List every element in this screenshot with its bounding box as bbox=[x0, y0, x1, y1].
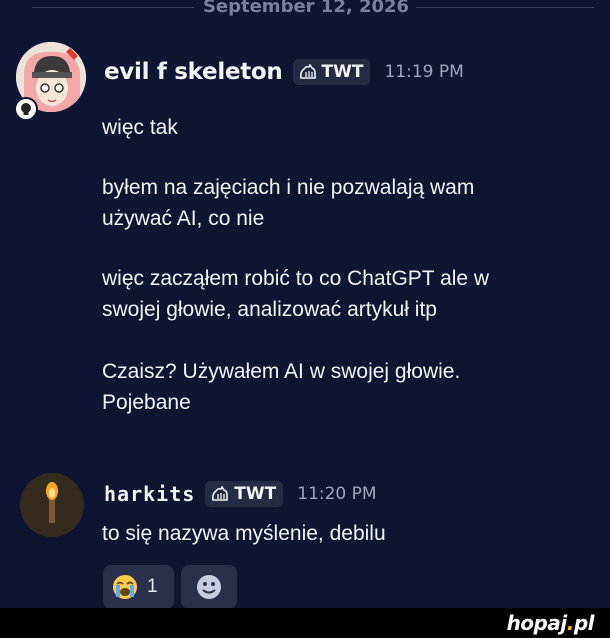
message-line: więc zacząłem robić to co ChatGPT ale w bbox=[102, 267, 490, 290]
watermark-logo: hopaj.pl bbox=[506, 611, 595, 635]
message-line: swojej głowie, analizować artykuł itp bbox=[102, 298, 437, 321]
date-divider-label: September 12, 2026 bbox=[202, 0, 410, 17]
message-line: więc tak bbox=[102, 116, 178, 139]
message-line: Pojebane bbox=[102, 391, 191, 414]
message-header: harkits TWT 11:20 PM bbox=[104, 478, 377, 510]
server-tag-label: TWT bbox=[321, 62, 364, 82]
server-tag[interactable]: TWT bbox=[292, 59, 371, 85]
message-line: używać AI, co nie bbox=[102, 207, 265, 230]
hand-tag-icon bbox=[299, 64, 316, 79]
timestamp: 11:20 PM bbox=[297, 484, 377, 504]
reactions-bar: 1 bbox=[103, 565, 237, 609]
loudly-crying-emoji-icon bbox=[113, 575, 137, 599]
server-tag[interactable]: TWT bbox=[205, 481, 284, 507]
divider-line-left bbox=[32, 7, 194, 8]
message-line: byłem na zajęciach i nie pozwalają wam bbox=[102, 176, 475, 199]
message-line: to się nazywa myślenie, debilu bbox=[102, 522, 386, 545]
divider-line-right bbox=[416, 7, 594, 8]
skull-badge-icon bbox=[21, 103, 31, 115]
avatar[interactable] bbox=[20, 473, 84, 537]
watermark-bar: hopaj.pl bbox=[0, 608, 610, 638]
username[interactable]: evil f skeleton bbox=[104, 59, 283, 85]
hand-tag-icon bbox=[212, 486, 229, 501]
message-header: evil f skeleton TWT 11:19 PM bbox=[104, 56, 464, 88]
timestamp: 11:19 PM bbox=[384, 62, 464, 82]
message-line: Czaisz? Używałem AI w swojej głowie. bbox=[102, 360, 461, 383]
username[interactable]: harkits bbox=[104, 482, 195, 506]
reaction-count: 1 bbox=[147, 576, 158, 597]
reaction-crying[interactable]: 1 bbox=[103, 565, 174, 609]
date-divider: September 12, 2026 bbox=[0, 0, 610, 20]
add-reaction-icon bbox=[197, 575, 221, 599]
server-tag-label: TWT bbox=[234, 484, 277, 504]
torch-avatar-icon bbox=[20, 473, 84, 537]
add-reaction-button[interactable] bbox=[181, 565, 237, 609]
status-badge bbox=[14, 97, 38, 121]
